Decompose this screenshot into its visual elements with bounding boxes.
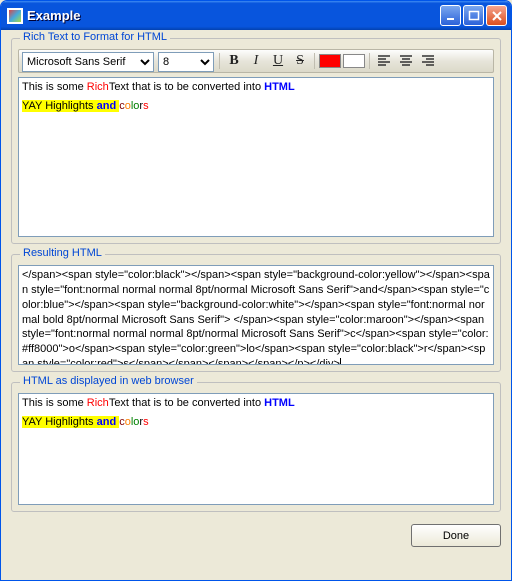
- app-icon: [7, 8, 23, 24]
- separator: [369, 53, 370, 69]
- separator: [314, 53, 315, 69]
- backcolor-swatch[interactable]: [343, 54, 365, 68]
- browser-preview[interactable]: This is some RichText that is to be conv…: [18, 393, 494, 505]
- text-cursor: [340, 358, 341, 365]
- group-browser-preview-legend: HTML as displayed in web browser: [20, 375, 197, 387]
- client-area: Rich Text to Format for HTML Microsoft S…: [1, 30, 511, 557]
- minimize-button[interactable]: [440, 5, 461, 26]
- done-button[interactable]: Done: [411, 524, 501, 547]
- group-rich-text-legend: Rich Text to Format for HTML: [20, 31, 170, 43]
- font-family-select[interactable]: Microsoft Sans Serif: [22, 52, 154, 72]
- formatting-toolbar: Microsoft Sans Serif 8 B I U S: [18, 49, 494, 73]
- preview-line-1: This is some RichText that is to be conv…: [22, 396, 490, 411]
- rt-line-2: YAY Highlights and colors: [22, 99, 490, 114]
- italic-button[interactable]: I: [245, 51, 267, 71]
- group-browser-preview: HTML as displayed in web browser This is…: [11, 382, 501, 512]
- align-center-button[interactable]: [395, 51, 417, 71]
- window-title: Example: [27, 8, 440, 23]
- separator: [219, 53, 220, 69]
- rich-text-input[interactable]: This is some RichText that is to be conv…: [18, 77, 494, 237]
- underline-button[interactable]: U: [267, 51, 289, 71]
- bold-button[interactable]: B: [223, 51, 245, 71]
- align-left-button[interactable]: [373, 51, 395, 71]
- preview-line-2: YAY Highlights and colors: [22, 415, 490, 430]
- maximize-button[interactable]: [463, 5, 484, 26]
- window-buttons: [440, 5, 507, 26]
- font-size-select[interactable]: 8: [158, 52, 214, 72]
- close-button[interactable]: [486, 5, 507, 26]
- group-rich-text: Rich Text to Format for HTML Microsoft S…: [11, 38, 501, 244]
- align-right-button[interactable]: [417, 51, 439, 71]
- group-resulting-html-legend: Resulting HTML: [20, 247, 105, 259]
- strikethrough-button[interactable]: S: [289, 51, 311, 71]
- titlebar: Example: [1, 1, 511, 30]
- html-output-text: </span><span style="color:black"></span>…: [22, 269, 490, 365]
- group-resulting-html: Resulting HTML </span><span style="color…: [11, 254, 501, 372]
- rt-line-1: This is some RichText that is to be conv…: [22, 80, 490, 95]
- button-row: Done: [11, 522, 501, 547]
- html-output-textbox[interactable]: </span><span style="color:black"></span>…: [18, 265, 494, 365]
- forecolor-swatch[interactable]: [319, 54, 341, 68]
